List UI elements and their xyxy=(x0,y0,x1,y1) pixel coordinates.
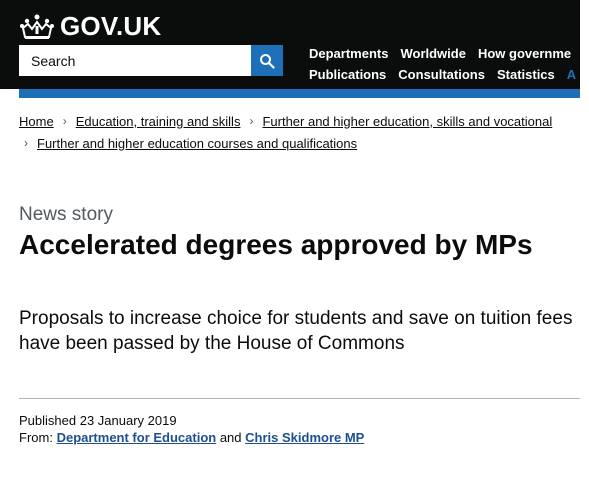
metadata: Published 23 January 2019 From: Departme… xyxy=(19,412,364,446)
logo-text: GOV.UK xyxy=(60,11,162,41)
breadcrumb-line-2: › Further and higher education courses a… xyxy=(19,132,580,154)
breadcrumb: Home › Education, training and skills › … xyxy=(19,110,580,154)
nav-row-2: Publications Consultations Statistics A xyxy=(309,64,580,85)
page-edge xyxy=(580,0,589,477)
published-date: 23 January 2019 xyxy=(79,413,177,428)
published-prefix: Published xyxy=(19,413,77,428)
breadcrumb-education[interactable]: Education, training and skills xyxy=(76,114,241,129)
nav-statistics[interactable]: Statistics xyxy=(497,67,555,82)
nav-departments[interactable]: Departments xyxy=(309,46,388,61)
breadcrumb-further-higher-education[interactable]: Further and higher education, skills and… xyxy=(262,114,552,129)
from-line: From: Department for Education and Chris… xyxy=(19,429,364,446)
crown-icon xyxy=(20,14,54,39)
chevron-right-icon: › xyxy=(24,136,28,150)
breadcrumb-courses-qualifications[interactable]: Further and higher education courses and… xyxy=(37,136,357,151)
main-nav: Departments Worldwide How governme Publi… xyxy=(309,43,580,89)
and-text: and xyxy=(219,430,242,445)
from-link-dfe[interactable]: Department for Education xyxy=(57,430,217,445)
breadcrumb-home[interactable]: Home xyxy=(19,114,54,129)
nav-worldwide[interactable]: Worldwide xyxy=(400,46,465,61)
document-type-label: News story xyxy=(19,204,113,225)
divider xyxy=(19,398,580,399)
nav-publications[interactable]: Publications xyxy=(309,67,386,82)
nav-announcements[interactable]: A xyxy=(567,67,576,82)
site-header: GOV.UK Search Departments Worldwide How … xyxy=(0,0,580,89)
nav-how-government-works[interactable]: How governme xyxy=(478,46,571,61)
search-placeholder: Search xyxy=(31,52,76,69)
page-title: Accelerated degrees approved by MPs xyxy=(19,229,533,260)
search-input[interactable]: Search xyxy=(19,45,251,76)
published-line: Published 23 January 2019 xyxy=(19,412,364,429)
nav-consultations[interactable]: Consultations xyxy=(398,67,485,82)
breadcrumb-line-1: Home › Education, training and skills › … xyxy=(19,110,580,132)
nav-row-1: Departments Worldwide How governme xyxy=(309,43,580,64)
search-button[interactable] xyxy=(251,45,283,76)
header-accent-bar xyxy=(19,89,580,98)
govuk-logo[interactable]: GOV.UK xyxy=(19,11,161,42)
chevron-right-icon: › xyxy=(249,114,254,128)
chevron-right-icon: › xyxy=(62,114,67,128)
from-link-chris-skidmore[interactable]: Chris Skidmore MP xyxy=(245,430,364,445)
page-summary: Proposals to increase choice for student… xyxy=(19,308,573,354)
search-icon xyxy=(260,53,275,69)
from-prefix: From: xyxy=(19,430,53,445)
